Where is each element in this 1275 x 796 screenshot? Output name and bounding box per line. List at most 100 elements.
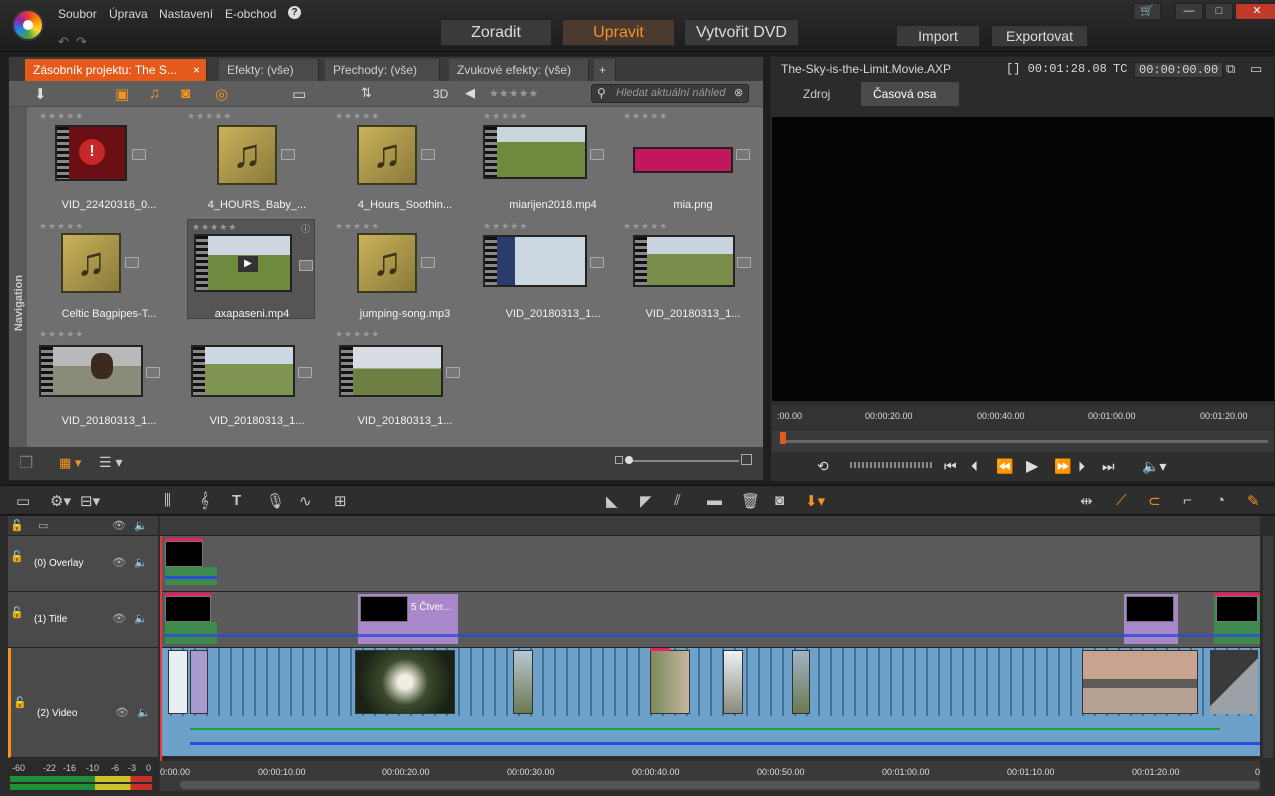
tab-close-icon[interactable]: × [193, 59, 200, 81]
previous-frame-icon[interactable]: ⏴ [971, 458, 978, 475]
fullscreen-icon[interactable]: ⧉ [1226, 61, 1235, 77]
grid-view-icon[interactable]: ▦ ▾ [59, 455, 81, 471]
folder-icon[interactable]: ▭ [292, 85, 306, 103]
title-audio-clip[interactable] [165, 622, 217, 644]
library-item[interactable]: ★★★★★ ♫ 4_HOURS_Baby_... [187, 111, 327, 216]
razor-icon[interactable]: ⫽ [674, 492, 681, 509]
mode-organize-button[interactable]: Zoradit [440, 19, 552, 46]
track-type-icon[interactable]: ▭ [38, 519, 48, 532]
info-icon[interactable]: ⓘ [301, 222, 310, 235]
library-item[interactable]: ★★★★★ ♫ jumping-song.mp3 [335, 221, 475, 326]
visibility-icon[interactable]: 👁 [112, 612, 126, 625]
library-item[interactable]: ★★★★★ ! VID_22420316_0... [39, 111, 179, 216]
mode-dvd-button[interactable]: Vytvořit DVD [684, 19, 799, 46]
menu-file[interactable]: Soubor [58, 7, 97, 21]
playhead[interactable] [160, 536, 162, 788]
mode-edit-button[interactable]: Upravit [562, 19, 675, 46]
track-header-overlay[interactable]: 🔓 (0) Overlay 👁 🔈 [8, 536, 158, 592]
loop-icon[interactable]: ⟲ [817, 458, 829, 475]
library-item-selected[interactable]: ★★★★★ ⓘ ▶ axapaseni.mp4 [187, 219, 315, 320]
magnet-icon[interactable]: ⊂ [1148, 492, 1161, 510]
video-filter-icon[interactable]: ▣ [115, 85, 129, 103]
stack-icon[interactable]: ❐ [19, 453, 33, 473]
audio-filter-icon[interactable]: ♫ [149, 85, 160, 102]
play-icon[interactable]: ▶ [1026, 456, 1038, 476]
overlay-clip[interactable] [165, 541, 203, 567]
menu-edit[interactable]: Úprava [109, 7, 148, 21]
go-to-start-icon[interactable]: ⏮ [944, 458, 957, 475]
detach-icon[interactable]: ▭ [1250, 61, 1262, 77]
snapshot-icon[interactable]: ◙ [775, 492, 784, 509]
3d-filter-button[interactable]: 3D [433, 87, 448, 101]
photo-filter-icon[interactable]: ◙ [181, 85, 190, 102]
settings-icon[interactable]: ⚙▾ [50, 492, 71, 510]
minimize-icon[interactable]: — [1175, 3, 1203, 20]
audio-scrub-icon[interactable]: ◔ [1216, 492, 1225, 509]
menu-settings[interactable]: Nastavení [159, 7, 213, 21]
search-icon[interactable]: ⚲ [597, 86, 606, 100]
library-item[interactable]: ★★★★★ ♫ 4_Hours_Soothin... [335, 111, 475, 216]
delete-icon[interactable]: 🗑 [741, 492, 760, 510]
lock-icon[interactable]: 🔓 [10, 519, 24, 532]
visibility-icon[interactable]: 👁 [115, 706, 129, 719]
tab-project-bin[interactable]: Zásobník projektu: The S... × [25, 59, 207, 81]
marker-icon[interactable]: ⬇▾ [805, 492, 825, 510]
timeline-view-icon[interactable]: ▭ [16, 492, 30, 510]
motion-icon[interactable]: ∿ [299, 492, 312, 510]
audio-mixer-icon[interactable]: ⫼ [164, 492, 171, 509]
tab-sound-effects[interactable]: Zvukové efekty: (vše) [449, 59, 589, 81]
library-item[interactable]: ★★★★★ VID_20180313_1... [483, 221, 623, 326]
track-lane-video[interactable] [160, 648, 1260, 758]
smart-tools-icon[interactable]: ✎ [1247, 492, 1260, 510]
track-options-icon[interactable]: ⊟▾ [80, 492, 100, 510]
list-view-icon[interactable]: ☰ ▾ [99, 454, 122, 471]
tab-timeline[interactable]: Časová osa [861, 82, 959, 106]
clear-search-icon[interactable]: ⊗ [734, 86, 743, 99]
library-item[interactable]: ★★★★★ VID_20180313_1... [623, 221, 763, 326]
tab-transitions[interactable]: Přechody: (vše) [325, 59, 440, 81]
lock-icon[interactable]: 🔓 [10, 606, 24, 619]
import-media-icon[interactable]: ⬇ [34, 85, 47, 103]
search-input[interactable]: Hledat aktuální náhled [591, 84, 749, 103]
help-icon[interactable]: ? [288, 6, 301, 19]
redo-icon[interactable]: ↷ [76, 34, 87, 50]
cart-icon[interactable]: 🛒 [1133, 3, 1161, 20]
navigation-strip[interactable]: Navigation [9, 107, 27, 447]
close-icon[interactable]: ✕ [1235, 3, 1275, 20]
rewind-icon[interactable]: ⏪ [996, 458, 1013, 475]
multicam-icon[interactable]: ⊞ [334, 492, 347, 510]
preview-screen[interactable] [772, 117, 1274, 401]
import-button[interactable]: Import [896, 25, 980, 47]
audio-icon[interactable]: 🔈 [134, 519, 148, 532]
lock-icon[interactable]: 🔓 [10, 550, 24, 563]
track-lane-title[interactable]: 5 Čtver... [160, 592, 1260, 648]
video-audio-lane[interactable] [160, 716, 1260, 756]
shuttle-control[interactable] [850, 462, 932, 468]
timecode-value[interactable]: 00:00:00.00 [1134, 62, 1224, 78]
track-lane-overlay[interactable] [160, 536, 1260, 592]
library-item[interactable]: ★★★★★ miarijen2018.mp4 [483, 111, 623, 216]
project-filter-icon[interactable]: ◎ [215, 85, 228, 103]
voiceover-icon[interactable]: 🎙 [266, 492, 285, 510]
audio-icon[interactable]: 🔈 [134, 556, 148, 569]
tag-icon[interactable]: ◀ [465, 85, 475, 101]
library-item[interactable]: ★★★★★ mia.png [623, 111, 763, 216]
mark-out-icon[interactable]: ◤ [640, 492, 652, 510]
ripple-icon[interactable]: ⟋ [1116, 492, 1127, 509]
visibility-icon[interactable]: 👁 [112, 556, 126, 569]
library-item[interactable]: ★★★★★ VID_20180313_1... [335, 329, 475, 434]
menu-eshop[interactable]: E-obchod [225, 7, 276, 21]
audio-icon[interactable]: 🔈 [134, 612, 148, 625]
scrub-handle[interactable] [780, 432, 786, 444]
title-clip[interactable] [165, 596, 211, 622]
export-button[interactable]: Exportovat [991, 25, 1088, 47]
library-item[interactable]: ★★★★★ VID_20180313_1... [39, 329, 179, 434]
preview-ruler[interactable]: :00.00 00:00:20.00 00:00:40.00 00:01:00.… [772, 405, 1274, 429]
volume-icon[interactable]: 🔈▾ [1142, 458, 1166, 475]
library-item[interactable]: ★★★★★ ♫ Celtic Bagpipes-T... [39, 221, 179, 326]
trim-icon[interactable]: ⌐ [1183, 492, 1192, 509]
forward-icon[interactable]: ⏩ [1054, 458, 1071, 475]
next-frame-icon[interactable]: ⏵ [1078, 458, 1085, 475]
sort-icon[interactable]: ⇅ [361, 85, 372, 101]
visibility-icon[interactable]: 👁 [112, 519, 126, 532]
